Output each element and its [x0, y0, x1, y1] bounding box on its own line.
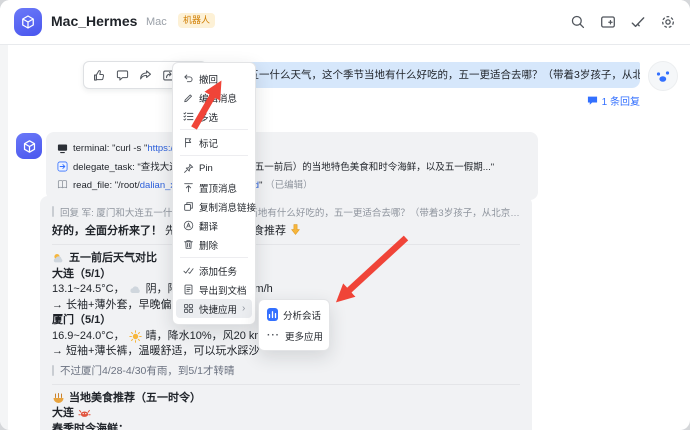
- crab-icon: [78, 407, 91, 420]
- translate-icon: [183, 220, 194, 231]
- new-tab-icon[interactable]: [600, 14, 616, 30]
- dalian-title: 大连（5/1）: [52, 267, 520, 283]
- export-doc-icon: [183, 284, 194, 295]
- menu-item-multiselect[interactable]: 多选: [176, 107, 252, 126]
- menu-divider: [180, 129, 248, 130]
- comment-icon[interactable]: [112, 65, 132, 85]
- toolcall-delegate-line: delegate_task: "查找大连和厦门在劳动节（五一前后）的当地特色美食…: [57, 157, 527, 175]
- bot-toolcalls-bubble[interactable]: terminal: "curl -s "https://api.open-m..…: [46, 132, 538, 200]
- chat-header: Mac_Hermes Mac 机器人: [0, 0, 690, 45]
- apps-grid-icon: [183, 303, 194, 314]
- bot-logo-cube-icon: [14, 8, 42, 36]
- dalian-temp-line: 13.1~24.5°C， 阴，降水20%，风15 km/h: [52, 282, 520, 298]
- food-heading: 当地美食推荐（五一时令）: [52, 391, 520, 407]
- section-divider: [52, 384, 520, 385]
- thread-reply-link[interactable]: 1 条回复: [587, 93, 640, 108]
- message-context-menu: 撤回 编辑消息 多选 标记 Pin 置顶消息 复制消息链: [172, 62, 256, 325]
- forward-icon[interactable]: [135, 65, 155, 85]
- cloud-icon: [129, 283, 142, 296]
- quote-bar: [52, 206, 54, 217]
- quick-apps-submenu: 分析会话 ··· 更多应用: [258, 299, 330, 351]
- add-task-icon: [183, 265, 194, 276]
- menu-item-recall[interactable]: 撤回: [176, 69, 252, 88]
- weather-note-quote: 不过厦门4/28-4/30有雨，到5/1才转晴: [52, 363, 520, 378]
- menu-item-mark[interactable]: 标记: [176, 133, 252, 152]
- submenu-item-more-apps[interactable]: ··· 更多应用: [259, 325, 329, 346]
- bot-avatar: [16, 133, 42, 159]
- pencil-icon: [183, 92, 194, 103]
- user-avatar[interactable]: [648, 61, 678, 91]
- delegate-task-icon: [57, 161, 68, 172]
- copy-link-icon: [183, 201, 194, 212]
- menu-item-pin[interactable]: Pin: [176, 159, 252, 178]
- chat-window: Mac_Hermes Mac 机器人 厦门和大连五一什么天气，这个季节当地有什么…: [0, 0, 690, 430]
- menu-item-add-task[interactable]: 添加任务: [176, 261, 252, 280]
- submenu-item-analyze-conversation[interactable]: 分析会话: [259, 304, 329, 325]
- toolcall-readfile-line: read_file: "/root/dalian_xiamen_compare.…: [57, 175, 527, 193]
- reply-count-label: 1 条回复: [602, 93, 640, 108]
- pin-icon: [183, 163, 194, 174]
- menu-item-quick-apps[interactable]: 快捷应用 ›: [176, 299, 252, 318]
- reply-bubble-icon: [587, 95, 598, 106]
- menu-item-delete[interactable]: 删除: [176, 235, 252, 254]
- menu-item-copy-message-link[interactable]: 复制消息链接: [176, 197, 252, 216]
- user-message-text: 厦门和大连五一什么天气，这个季节当地有什么好吃的，五一更适合去哪？（带着3岁孩子…: [196, 69, 640, 81]
- more-dots-icon: ···: [267, 330, 280, 341]
- section-divider: [52, 244, 520, 245]
- thumbs-up-icon[interactable]: [89, 65, 109, 85]
- toolcall-terminal-line: terminal: "curl -s "https://api.open-m..…: [57, 139, 527, 157]
- terminal-icon: [57, 143, 68, 154]
- trash-icon: [183, 239, 194, 250]
- food-city-line: 大连: [52, 406, 520, 422]
- menu-divider: [180, 155, 248, 156]
- quoted-reply[interactable]: 回复 军: 厦门和大连五一什么天气，这个季节当地有什么好吃的，五一更适合去哪？（…: [52, 204, 520, 219]
- weather-heading: 五一前后天气对比: [52, 251, 520, 267]
- chat-subtitle: Mac: [146, 16, 167, 28]
- quote-bar: [52, 365, 54, 376]
- settings-gear-icon[interactable]: [660, 14, 676, 30]
- menu-item-export-to-doc[interactable]: 导出到文档: [176, 280, 252, 299]
- chat-title: Mac_Hermes: [51, 13, 137, 29]
- edited-note: （已编辑）: [265, 180, 313, 191]
- left-rail: [0, 45, 8, 430]
- undo-icon: [183, 73, 194, 84]
- food-subheading: 春季时令海鲜：: [52, 422, 520, 430]
- menu-item-edit-message[interactable]: 编辑消息: [176, 88, 252, 107]
- sun-cloud-icon: [52, 252, 65, 265]
- flag-icon: [183, 137, 194, 148]
- intro-line: 好的，全面分析来了！先看天气，再看美食推荐: [52, 221, 520, 238]
- pin-top-icon: [183, 182, 194, 193]
- multiselect-icon: [183, 111, 194, 122]
- point-down-icon: [289, 223, 302, 236]
- done-check-icon[interactable]: [630, 14, 646, 30]
- menu-divider: [180, 257, 248, 258]
- menu-item-pin-top[interactable]: 置顶消息: [176, 178, 252, 197]
- menu-item-translate[interactable]: 翻译: [176, 216, 252, 235]
- analyze-app-icon: [267, 308, 278, 321]
- chevron-right-icon: ›: [242, 304, 245, 314]
- bot-badge: 机器人: [178, 13, 215, 28]
- sun-icon: [129, 330, 142, 343]
- search-icon[interactable]: [570, 14, 586, 30]
- read-file-icon: [57, 179, 68, 190]
- noodles-icon: [52, 392, 65, 405]
